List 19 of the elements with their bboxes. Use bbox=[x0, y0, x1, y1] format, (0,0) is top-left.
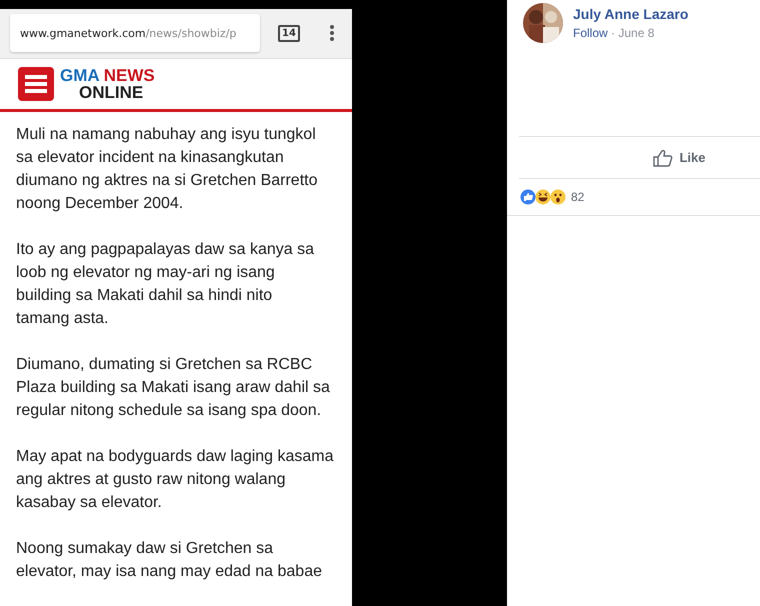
reaction-icons[interactable] bbox=[519, 188, 567, 206]
thumbs-up-icon bbox=[653, 148, 674, 166]
article-paragraph: May apat na bodyguards daw laging kasama ang aktres at gusto raw nitong walang kasabay sa elevator. bbox=[16, 447, 335, 513]
logo-text: NEWS bbox=[104, 66, 155, 85]
author-name[interactable]: July Anne Lazaro bbox=[573, 6, 688, 22]
url-field[interactable]: www.gmanetwork.com/news/showbiz/p bbox=[10, 14, 260, 52]
article-paragraph: Ito ay ang pagpapalayas daw sa kanya sa loob ng elevator ng may-ari ng isang building sa Makati dahil sa hindi nito tamang asta. bbox=[16, 240, 315, 329]
article-paragraph: Noong sumakay daw si Gretchen sa elevator, may isa nang may edad na babae bbox=[16, 539, 323, 582]
logo-text: ONLINE bbox=[79, 84, 144, 101]
article-paragraph: Diumano, dumating si Gretchen sa RCBC Plaza building sa Makati isang araw dahil sa regular nitong schedule sa isang spa doon. bbox=[16, 355, 331, 421]
logo-text: GMA bbox=[60, 66, 100, 85]
follow-link[interactable]: Follow bbox=[573, 26, 608, 40]
like-button[interactable]: Like bbox=[649, 144, 710, 170]
menu-icon[interactable] bbox=[328, 24, 335, 42]
reaction-count[interactable]: 82 bbox=[571, 190, 584, 204]
tab-count-button[interactable]: 14 bbox=[278, 24, 300, 42]
menu-icon[interactable] bbox=[18, 66, 54, 101]
article-paragraph: Muli na namang nabuhay ang isyu tungkol sa elevator incident na kinasangkutan diumano ng aktres na si Gretchen Barretto noong December 2004. bbox=[16, 125, 318, 214]
separator-text: · bbox=[611, 26, 616, 40]
